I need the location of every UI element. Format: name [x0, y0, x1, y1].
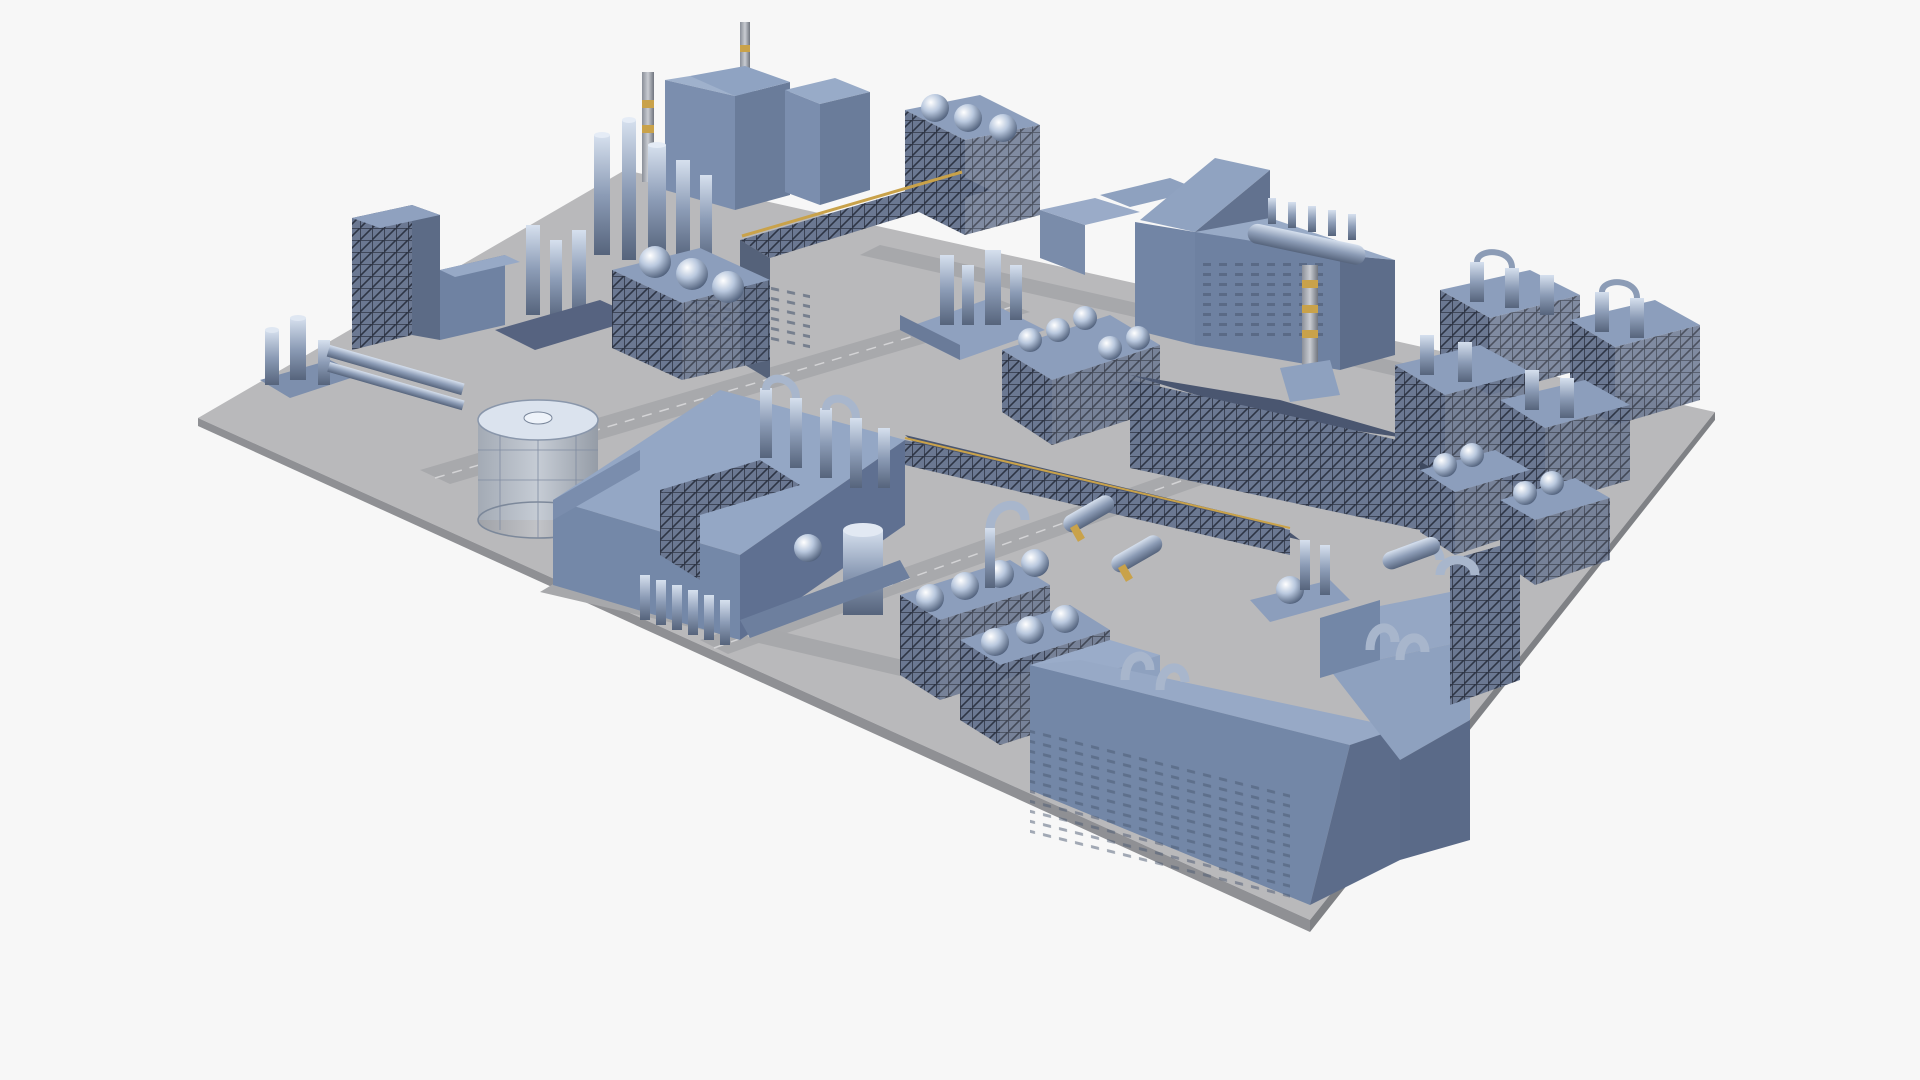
sphere-frame-unit-back: [905, 94, 1040, 235]
refinery-scene: [198, 22, 1715, 932]
